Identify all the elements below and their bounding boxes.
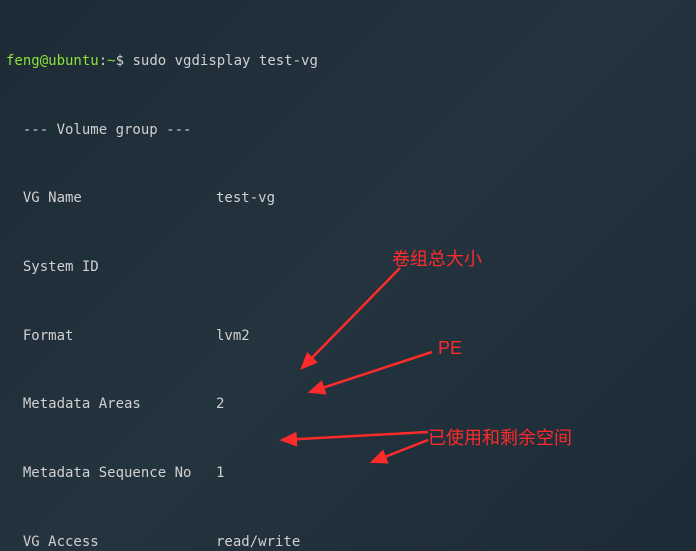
field-value: test-vg (216, 187, 275, 210)
field-label: Metadata Areas (6, 393, 216, 416)
prompt-path: ~ (107, 53, 115, 69)
field-value: lvm2 (216, 325, 250, 348)
field-row-4: Metadata Sequence No1 (6, 462, 690, 485)
terminal-output: feng@ubuntu:~$ sudo vgdisplay test-vg --… (0, 0, 696, 551)
field-label: VG Access (6, 531, 216, 551)
field-row-0: VG Nametest-vg (6, 187, 690, 210)
output-header: --- Volume group --- (6, 119, 690, 142)
field-row-2: Formatlvm2 (6, 325, 690, 348)
command-text: sudo vgdisplay test-vg (132, 53, 317, 69)
field-label: System ID (6, 256, 216, 279)
prompt-symbol: $ (116, 53, 124, 69)
field-value: 1 (216, 462, 224, 485)
field-value: 2 (216, 393, 224, 416)
prompt-separator: : (99, 53, 107, 69)
field-value: read/write (216, 531, 300, 551)
field-label: Metadata Sequence No (6, 462, 216, 485)
prompt-user: feng@ubuntu (6, 53, 99, 69)
field-label: VG Name (6, 187, 216, 210)
field-row-3: Metadata Areas2 (6, 393, 690, 416)
field-row-5: VG Accessread/write (6, 531, 690, 551)
prompt-line[interactable]: feng@ubuntu:~$ sudo vgdisplay test-vg (6, 50, 690, 73)
field-label: Format (6, 325, 216, 348)
field-row-1: System ID (6, 256, 690, 279)
